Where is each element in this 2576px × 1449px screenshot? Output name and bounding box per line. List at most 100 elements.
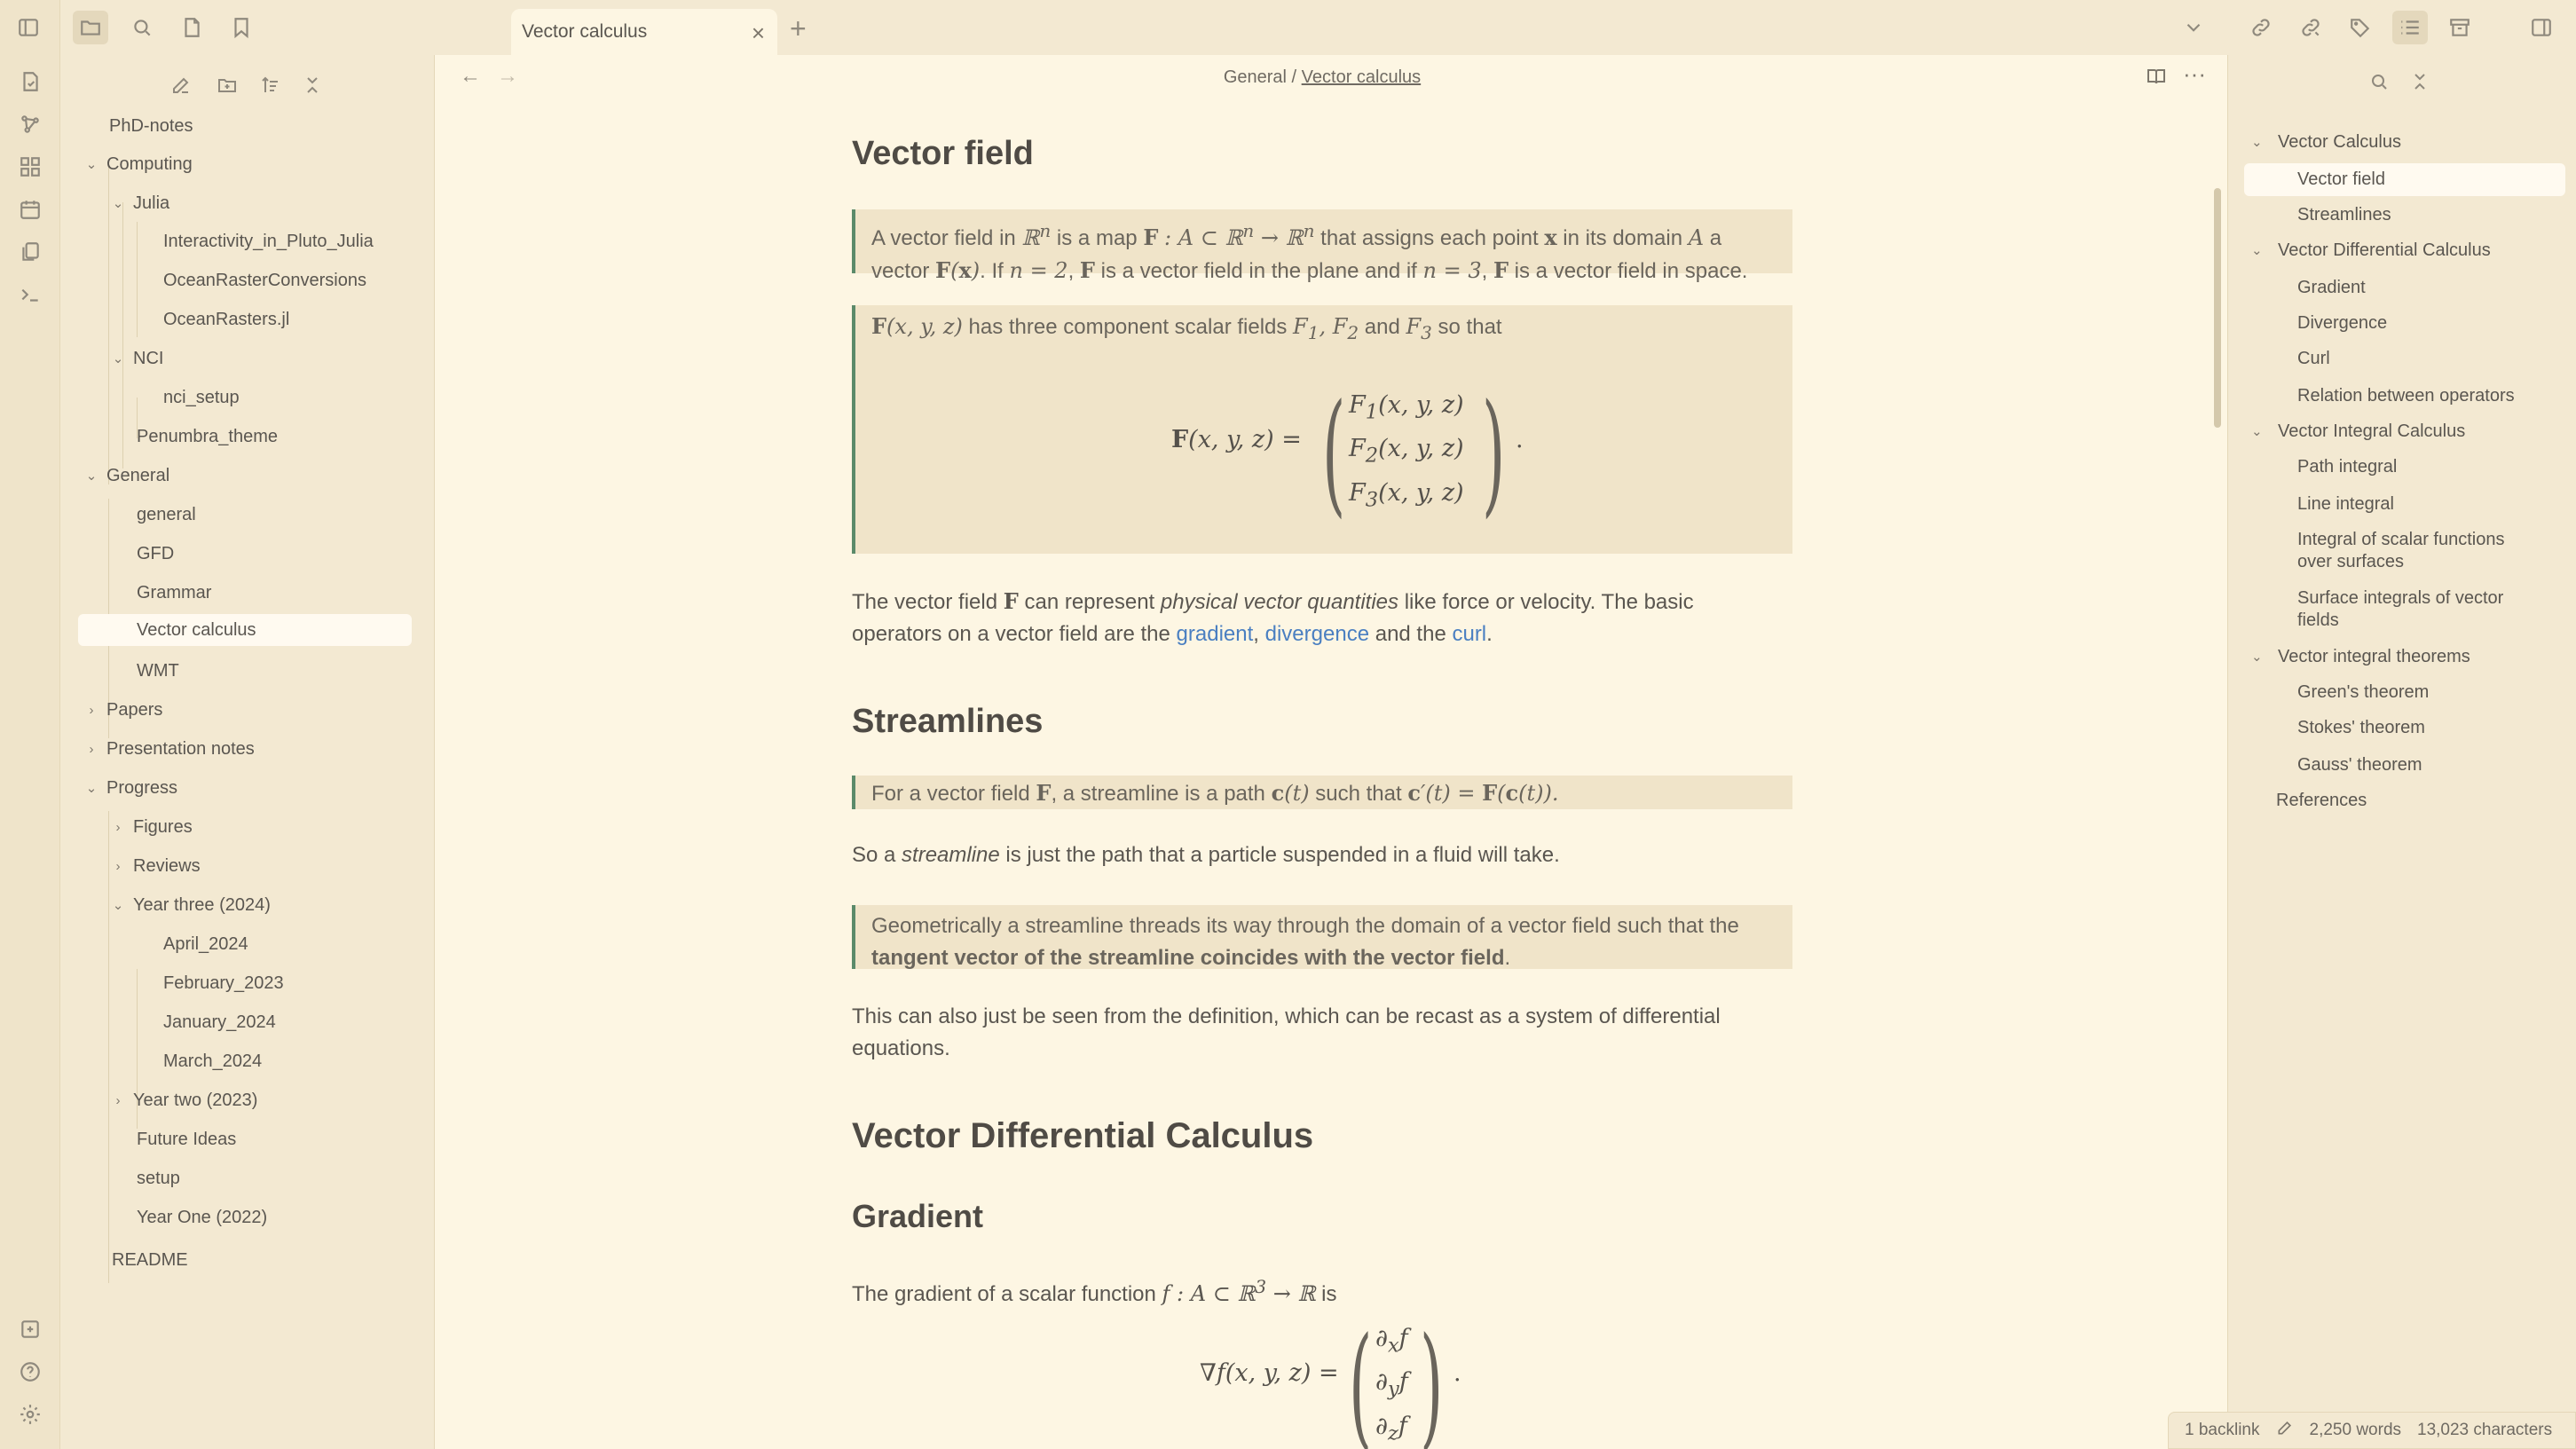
tree-label: Year three (2024) (133, 894, 271, 915)
title-bar: Vector calculus × + (19, 0, 2576, 55)
outline-search-icon[interactable] (2363, 66, 2395, 98)
file-oceanrasters[interactable]: OceanRasters.jl (163, 303, 289, 335)
new-note-icon[interactable] (163, 67, 199, 103)
outline-references[interactable]: References (2276, 790, 2367, 812)
reading-view-book-icon[interactable] (2146, 66, 2167, 92)
outgoing-links-icon[interactable] (2293, 11, 2328, 44)
file-general[interactable]: general (137, 499, 196, 531)
file-icon[interactable] (174, 11, 209, 44)
outline-vector-integral-theorems[interactable]: ⌄ Vector integral theorems (2251, 646, 2470, 668)
folder-presentation-notes[interactable]: › Presentation notes (82, 733, 255, 765)
outline-vector-integral-calculus[interactable]: ⌄ Vector Integral Calculus (2251, 421, 2465, 443)
folder-progress[interactable]: ⌄ Progress (82, 772, 177, 804)
file-explorer-icon[interactable] (73, 11, 108, 44)
equation-gradient: ∇f(x, y, z) = (1200, 1359, 1339, 1387)
file-march-2024[interactable]: March_2024 (163, 1045, 262, 1077)
folder-papers[interactable]: › Papers (82, 694, 163, 726)
outline-vector-differential-calculus[interactable]: ⌄ Vector Differential Calculus (2251, 240, 2491, 262)
file-future-ideas[interactable]: Future Ideas (137, 1123, 236, 1155)
outline-curl[interactable]: Curl (2297, 348, 2330, 370)
outline-line-integral[interactable]: Line integral (2297, 493, 2394, 516)
terminal-icon[interactable] (12, 277, 48, 312)
graph-view-icon[interactable] (12, 106, 48, 142)
sidebar-toggle-icon[interactable] (11, 11, 46, 44)
file-interactivity[interactable]: Interactivity_in_Pluto_Julia (163, 225, 374, 257)
outline-vector-calculus[interactable]: ⌄ Vector Calculus (2251, 131, 2401, 154)
archive-icon[interactable] (2442, 11, 2478, 44)
file-vector-calculus[interactable]: Vector calculus (78, 614, 412, 646)
file-grammar[interactable]: Grammar (137, 577, 211, 609)
tab-list-chevron-down-icon[interactable] (2176, 11, 2211, 44)
folder-year-two[interactable]: › Year two (2023) (108, 1084, 258, 1116)
folder-nci[interactable]: ⌄ NCI (108, 343, 164, 374)
tree-label: General (106, 465, 170, 485)
file-february-2023[interactable]: February_2023 (163, 967, 284, 999)
word-count: 2,250 words (2309, 1421, 2402, 1439)
canvas-icon[interactable] (12, 149, 48, 185)
help-icon[interactable] (12, 1354, 48, 1390)
breadcrumb-parent[interactable]: General (1224, 67, 1287, 87)
file-wmt[interactable]: WMT (137, 655, 179, 687)
backlink-count[interactable]: 1 backlink (2185, 1421, 2260, 1440)
backlinks-icon[interactable] (2243, 11, 2279, 44)
new-tab-icon[interactable]: + (790, 12, 807, 45)
settings-gear-icon[interactable] (12, 1397, 48, 1432)
chevron-down-icon: ⌄ (2251, 424, 2263, 439)
paragraph-streamline: So a streamline is just the path that a … (852, 843, 1560, 867)
templates-icon[interactable] (12, 234, 48, 270)
right-sidebar-toggle-icon[interactable] (2524, 11, 2559, 44)
breadcrumb-separator: / (1291, 67, 1297, 87)
outline-streamlines[interactable]: Streamlines (2297, 204, 2391, 226)
link-gradient[interactable]: gradient (1177, 622, 1254, 646)
calendar-icon[interactable] (12, 192, 48, 227)
outline-divergence[interactable]: Divergence (2297, 312, 2387, 335)
outline-collapse-icon[interactable] (2404, 66, 2436, 98)
view-header: ← → General / Vector calculus ··· (435, 55, 2210, 101)
folder-figures[interactable]: › Figures (108, 811, 193, 843)
outline-gradient[interactable]: Gradient (2297, 277, 2366, 299)
outline-stokes-theorem[interactable]: Stokes' theorem (2297, 717, 2425, 739)
search-icon[interactable] (124, 11, 160, 44)
file-penumbra-theme[interactable]: Penumbra_theme (137, 421, 278, 453)
file-oceanrasterconversions[interactable]: OceanRasterConversions (163, 264, 366, 296)
outline-integral-scalar-surfaces[interactable]: Integral of scalar functions over surfac… (2297, 529, 2537, 573)
paragraph-gradient: The gradient of a scalar function f : A … (852, 1276, 1337, 1306)
link-divergence[interactable]: divergence (1265, 622, 1369, 646)
folder-computing[interactable]: ⌄ Computing (82, 148, 193, 180)
chevron-down-icon: ⌄ (2251, 243, 2263, 258)
vault-switcher-icon[interactable] (12, 1311, 48, 1347)
edit-pencil-icon[interactable] (2276, 1419, 2294, 1442)
outline-greens-theorem[interactable]: Green's theorem (2297, 681, 2429, 704)
folder-general[interactable]: ⌄ General (82, 460, 169, 492)
collapse-all-icon[interactable] (295, 67, 330, 103)
sort-icon[interactable] (252, 67, 288, 103)
outline-path-integral[interactable]: Path integral (2297, 456, 2397, 478)
more-options-icon[interactable]: ··· (2183, 60, 2206, 88)
outline-surface-integrals-vector[interactable]: Surface integrals of vector fields (2297, 587, 2537, 632)
folder-julia[interactable]: ⌄ Julia (108, 187, 169, 219)
open-quick-switcher-icon[interactable] (12, 64, 48, 99)
file-january-2024[interactable]: January_2024 (163, 1006, 276, 1038)
outline-gauss-theorem[interactable]: Gauss' theorem (2297, 754, 2422, 776)
vault-name[interactable]: PhD-notes (109, 110, 193, 142)
file-gfd[interactable]: GFD (137, 538, 174, 570)
file-readme[interactable]: README (112, 1244, 188, 1276)
bookmark-icon[interactable] (224, 11, 259, 44)
outline-relation-between-operators[interactable]: Relation between operators (2297, 385, 2515, 407)
folder-year-three[interactable]: ⌄ Year three (2024) (108, 889, 271, 921)
tags-icon[interactable] (2343, 11, 2378, 44)
scrollbar[interactable] (2214, 188, 2221, 428)
outline-vector-field[interactable]: Vector field (2244, 163, 2565, 196)
link-curl[interactable]: curl (1452, 622, 1486, 646)
file-setup[interactable]: setup (137, 1162, 180, 1194)
close-tab-icon[interactable]: × (752, 20, 765, 47)
outline-list-icon[interactable] (2392, 11, 2428, 44)
tab-vector-calculus[interactable]: Vector calculus × (511, 9, 777, 55)
breadcrumb-current[interactable]: Vector calculus (1302, 67, 1422, 87)
tree-label: Computing (106, 154, 193, 174)
file-april-2024[interactable]: April_2024 (163, 928, 248, 960)
file-year-one[interactable]: Year One (2022) (137, 1201, 267, 1233)
file-nci-setup[interactable]: nci_setup (163, 382, 240, 413)
folder-reviews[interactable]: › Reviews (108, 850, 201, 882)
new-folder-icon[interactable] (209, 67, 245, 103)
